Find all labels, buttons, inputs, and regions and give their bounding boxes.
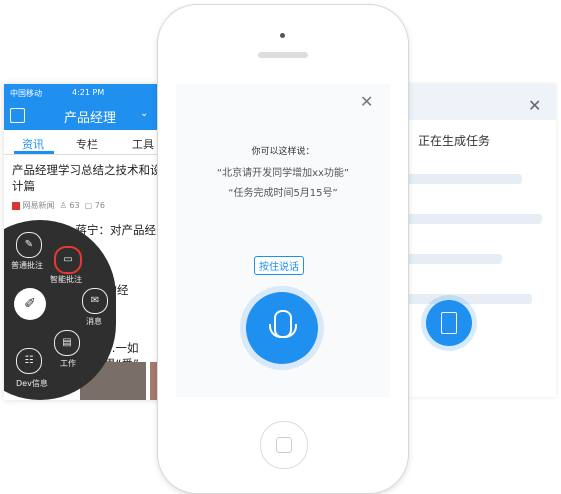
- tab-bar: 资讯 专栏 工具: [4, 130, 172, 155]
- tab-indicator: [14, 151, 54, 154]
- right-app-screen: ✕ 正在生成任务: [394, 84, 556, 397]
- blurred-row: [402, 294, 532, 304]
- task-progress-button: [426, 300, 472, 346]
- smart-note-icon[interactable]: ▭: [54, 246, 82, 274]
- wheel-label-note: 普通批注: [11, 261, 43, 270]
- note-icon[interactable]: ✎: [16, 232, 42, 258]
- microphone-button[interactable]: [246, 292, 318, 364]
- hold-to-talk-hint: 按住说话: [254, 256, 304, 275]
- carrier-text: 中国移动: [10, 89, 42, 98]
- microphone-stand: [269, 324, 297, 338]
- article-item[interactable]: 产品经理学习总结之技术和设计篇 网易新闻 ♙ 63 ▢ 76: [12, 162, 162, 214]
- wheel-label-dev: Dev信息: [16, 379, 48, 388]
- tab-columns[interactable]: 专栏: [76, 136, 98, 152]
- left-app-screen: 中国移动 4:21 PM 产品经理 ⌄ 资讯 专栏 工具 产品经理学习总结之技术…: [4, 84, 172, 400]
- edit-icon[interactable]: ✐: [14, 288, 46, 320]
- blurred-row: [402, 174, 522, 184]
- home-button[interactable]: [260, 421, 308, 469]
- comment-icon: ▢: [84, 201, 93, 210]
- clock-text: 4:21 PM: [72, 88, 105, 97]
- wheel-label-smart-note: 智能批注: [50, 275, 82, 284]
- home-square-icon: [276, 437, 292, 453]
- speaker-grill: [258, 52, 308, 58]
- wheel-label-work: 工作: [60, 359, 76, 368]
- example-phrase: “任务完成时间5月15号”: [228, 188, 338, 199]
- blurred-row: [402, 254, 502, 264]
- voice-input-screen: ✕ 你可以这样说： “北京请开发同学增加xx功能” “任务完成时间5月15号” …: [176, 84, 390, 397]
- source-logo-icon: [12, 201, 20, 210]
- message-icon[interactable]: ✉: [82, 288, 108, 314]
- article-title: 产品经理学习总结之技术和设计篇: [12, 163, 162, 193]
- generating-text: 正在生成任务: [418, 134, 491, 148]
- close-icon[interactable]: ✕: [528, 96, 541, 115]
- prompt-text: 你可以这样说：: [251, 147, 315, 157]
- work-icon[interactable]: ▤: [54, 330, 80, 356]
- chevron-down-icon[interactable]: ⌄: [140, 108, 148, 119]
- nav-title[interactable]: 产品经理: [64, 107, 116, 126]
- tab-news[interactable]: 资讯: [22, 136, 44, 152]
- like-count: 63: [69, 201, 80, 210]
- wheel-label-message: 消息: [86, 317, 102, 326]
- tab-tools[interactable]: 工具: [132, 136, 154, 152]
- profile-icon[interactable]: [10, 108, 25, 123]
- example-phrase: “北京请开发同学增加xx功能”: [216, 168, 350, 179]
- blurred-row: [402, 214, 542, 224]
- close-icon[interactable]: ✕: [360, 92, 373, 111]
- dev-info-icon[interactable]: ☷: [16, 348, 42, 374]
- nav-bar: 产品经理 ⌄: [4, 102, 172, 130]
- clipboard-icon: [441, 312, 457, 334]
- like-icon: ♙: [59, 201, 67, 210]
- status-bar: 中国移动 4:21 PM: [4, 84, 172, 102]
- camera-icon: [280, 33, 285, 38]
- comment-count: 76: [94, 201, 105, 210]
- article-source: 网易新闻: [22, 201, 55, 210]
